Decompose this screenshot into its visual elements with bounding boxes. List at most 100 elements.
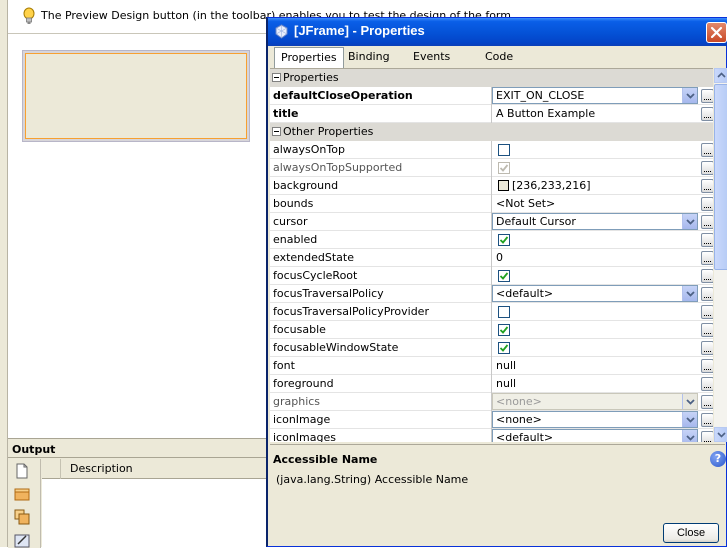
column-divider[interactable]	[491, 249, 492, 267]
category-other-properties[interactable]: Other Properties	[270, 123, 713, 141]
property-checkbox[interactable]	[498, 144, 510, 156]
property-value[interactable]: 0	[496, 251, 692, 264]
folder-icon[interactable]	[14, 486, 30, 502]
tab-code[interactable]: Code	[479, 47, 519, 67]
column-divider[interactable]	[491, 357, 492, 375]
property-row-cursor[interactable]: cursor Default Cursor	[270, 213, 713, 231]
dropdown-button[interactable]	[682, 286, 697, 301]
property-checkbox[interactable]	[498, 270, 510, 282]
customizer-button[interactable]	[701, 377, 713, 391]
property-value-combo[interactable]: <none>	[492, 411, 698, 428]
customizer-button[interactable]	[701, 395, 713, 409]
column-divider[interactable]	[491, 321, 492, 339]
close-button[interactable]: Close	[663, 523, 719, 543]
column-divider[interactable]	[491, 159, 492, 177]
property-row-focusable[interactable]: focusable	[270, 321, 713, 339]
help-icon[interactable]: ?	[710, 451, 726, 467]
property-checkbox[interactable]	[498, 324, 510, 336]
property-value-combo[interactable]: <default>	[492, 285, 698, 302]
column-divider[interactable]	[491, 195, 492, 213]
property-value[interactable]: null	[496, 359, 692, 372]
property-row-iconImages[interactable]: iconImages <default>	[270, 429, 713, 442]
tab-binding[interactable]: Binding	[342, 47, 396, 67]
customizer-button[interactable]	[701, 269, 713, 283]
customizer-button[interactable]	[701, 431, 713, 442]
close-window-button[interactable]	[706, 22, 727, 43]
customizer-button[interactable]	[701, 143, 713, 157]
column-divider[interactable]	[491, 105, 492, 123]
scroll-up-button[interactable]	[714, 68, 727, 83]
customizer-button[interactable]	[701, 107, 713, 121]
property-value[interactable]: A Button Example	[496, 107, 692, 120]
property-row-extendedState[interactable]: extendedState 0	[270, 249, 713, 267]
property-row-focusableWindowState[interactable]: focusableWindowState	[270, 339, 713, 357]
property-row-alwaysOnTop[interactable]: alwaysOnTop	[270, 141, 713, 159]
property-checkbox[interactable]	[498, 342, 510, 354]
customizer-button[interactable]	[701, 197, 713, 211]
tab-properties[interactable]: Properties	[274, 47, 344, 68]
edit-icon[interactable]	[14, 532, 30, 548]
customizer-button[interactable]	[701, 287, 713, 301]
property-row-iconImage[interactable]: iconImage <none>	[270, 411, 713, 429]
property-value[interactable]: <Not Set>	[496, 197, 692, 210]
customizer-button[interactable]	[701, 161, 713, 175]
column-divider[interactable]	[491, 231, 492, 249]
property-row-alwaysOnTopSupported[interactable]: alwaysOnTopSupported	[270, 159, 713, 177]
column-divider[interactable]	[491, 375, 492, 393]
property-row-background[interactable]: background [236,233,216]	[270, 177, 713, 195]
column-divider[interactable]	[491, 177, 492, 195]
customizer-button[interactable]	[701, 89, 713, 103]
property-row-graphics[interactable]: graphics <none>	[270, 393, 713, 411]
category-properties[interactable]: Properties	[270, 69, 713, 87]
copy-windows-icon[interactable]	[14, 509, 30, 525]
property-value[interactable]: [236,233,216]	[512, 179, 708, 192]
dropdown-button[interactable]	[682, 412, 697, 427]
customizer-button[interactable]	[701, 251, 713, 265]
property-value-combo[interactable]: EXIT_ON_CLOSE	[492, 87, 698, 104]
property-checkbox[interactable]	[498, 306, 510, 318]
property-row-font[interactable]: font null	[270, 357, 713, 375]
property-value-combo[interactable]: Default Cursor	[492, 213, 698, 230]
property-row-title[interactable]: title A Button Example	[270, 105, 713, 123]
property-row-focusTraversalPolicy[interactable]: focusTraversalPolicy <default>	[270, 285, 713, 303]
jframe-form-preview[interactable]	[22, 50, 250, 142]
description-column-header[interactable]: Description	[70, 462, 133, 475]
customizer-button[interactable]	[701, 323, 713, 337]
customizer-button[interactable]	[701, 233, 713, 247]
dialog-titlebar[interactable]: [JFrame] - Properties	[268, 18, 727, 46]
property-sheet-scrollbar[interactable]	[714, 68, 727, 442]
property-row-bounds[interactable]: bounds <Not Set>	[270, 195, 713, 213]
collapse-toggle-icon[interactable]	[272, 73, 281, 82]
document-icon[interactable]	[14, 463, 30, 479]
customizer-button[interactable]	[701, 341, 713, 355]
collapse-toggle-icon[interactable]	[272, 127, 281, 136]
jframe-content-pane[interactable]	[25, 53, 247, 139]
property-name: focusable	[273, 323, 326, 336]
property-row-foreground[interactable]: foreground null	[270, 375, 713, 393]
column-divider[interactable]	[491, 303, 492, 321]
column-divider[interactable]	[491, 267, 492, 285]
property-value-combo[interactable]: <default>	[492, 429, 698, 442]
customizer-button[interactable]	[701, 359, 713, 373]
customizer-button[interactable]	[701, 305, 713, 319]
property-value[interactable]: null	[496, 377, 692, 390]
column-divider[interactable]	[491, 141, 492, 159]
property-row-enabled[interactable]: enabled	[270, 231, 713, 249]
property-row-defaultCloseOperation[interactable]: defaultCloseOperation EXIT_ON_CLOSE	[270, 87, 713, 105]
property-row-focusTraversalPolicyProvider[interactable]: focusTraversalPolicyProvider	[270, 303, 713, 321]
scroll-down-button[interactable]	[714, 427, 727, 442]
property-row-focusCycleRoot[interactable]: focusCycleRoot	[270, 267, 713, 285]
column-separator[interactable]	[60, 459, 61, 479]
scroll-thumb[interactable]	[714, 84, 727, 270]
form-design-area[interactable]	[8, 35, 268, 435]
customizer-button[interactable]	[701, 179, 713, 193]
customizer-button[interactable]	[701, 215, 713, 229]
tab-events[interactable]: Events	[407, 47, 456, 67]
column-divider[interactable]	[491, 339, 492, 357]
property-checkbox[interactable]	[498, 234, 510, 246]
output-table-body	[42, 479, 268, 548]
dropdown-button[interactable]	[682, 88, 697, 103]
dropdown-button[interactable]	[682, 214, 697, 229]
customizer-button[interactable]	[701, 413, 713, 427]
dropdown-button[interactable]	[682, 430, 697, 442]
